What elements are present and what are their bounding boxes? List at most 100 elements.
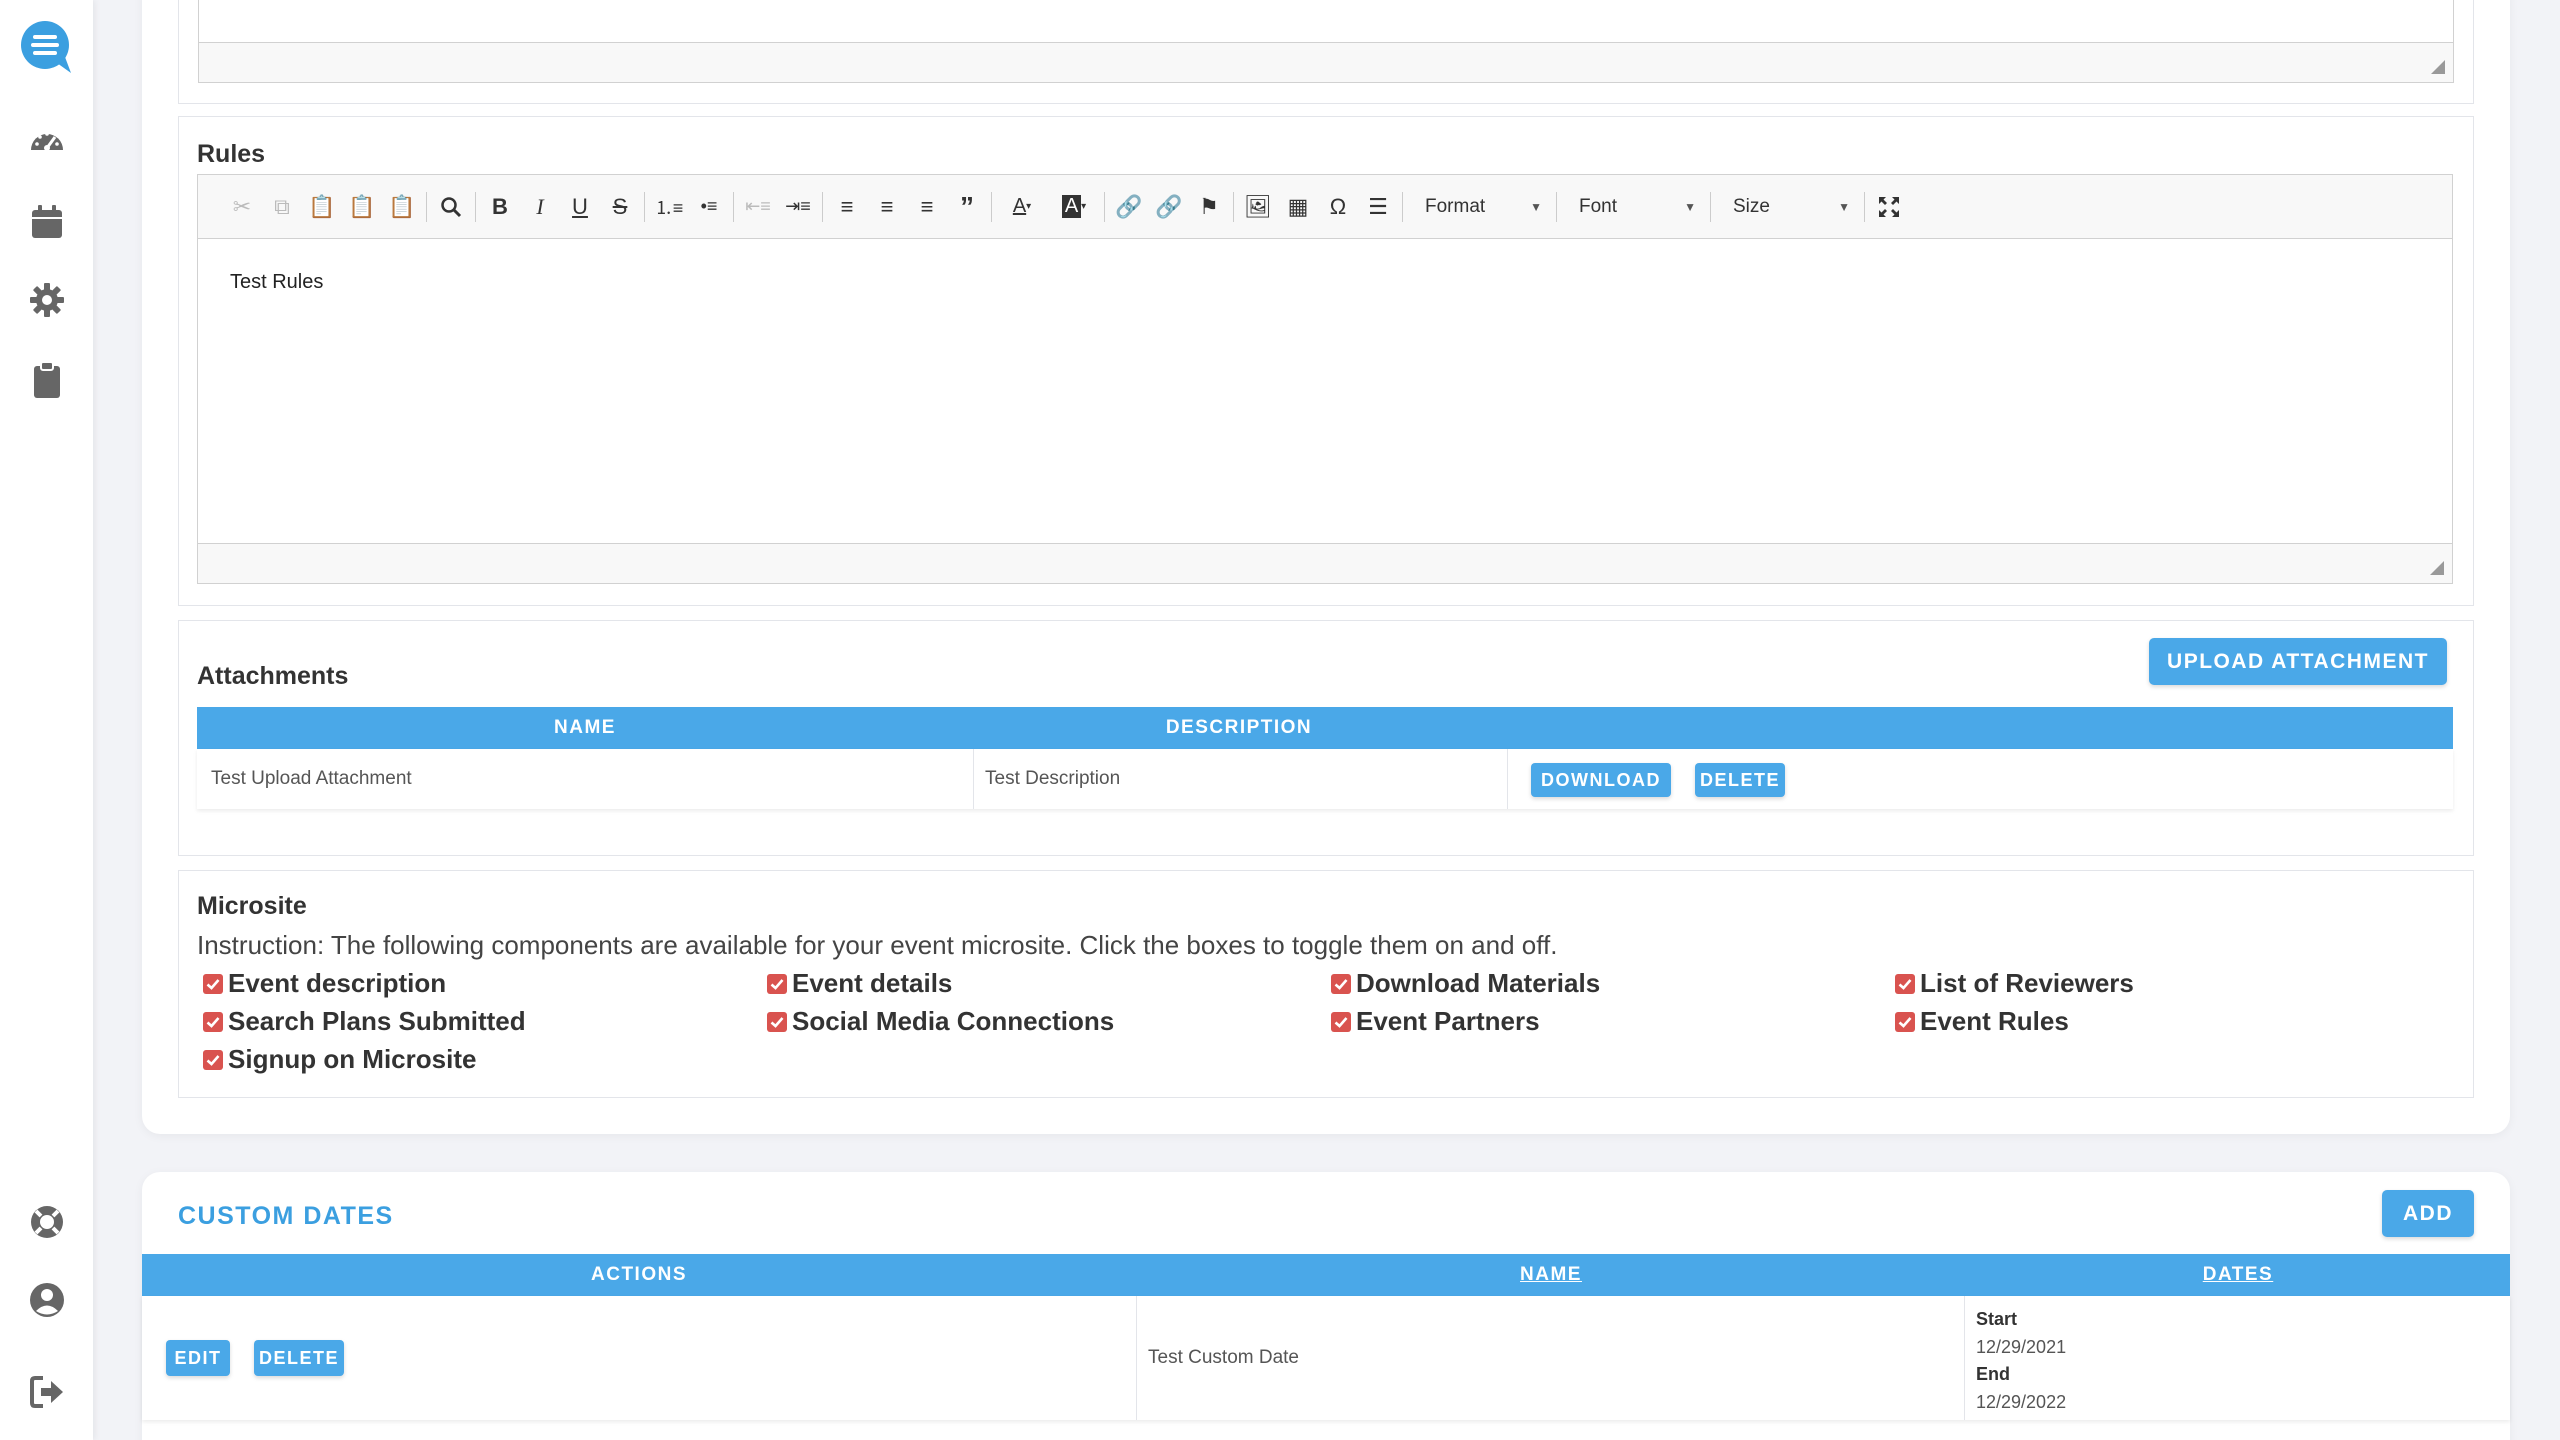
checkbox-checked-icon[interactable] [1895, 973, 1915, 994]
microsite-option-event-description[interactable]: Event description [203, 968, 446, 999]
delete-attachment-button[interactable]: DELETE [1695, 763, 1785, 797]
sidebar-item-calendar[interactable] [25, 200, 69, 244]
chevron-down-icon: ▼ [1684, 199, 1696, 214]
microsite-option-social-media-connections[interactable]: Social Media Connections [767, 1006, 1114, 1037]
format-dropdown-label: Format [1425, 195, 1486, 217]
column-header-actions: ACTIONS [591, 1264, 687, 1285]
microsite-option-list-of-reviewers[interactable]: List of Reviewers [1895, 968, 2134, 999]
logout-icon [30, 1376, 63, 1408]
table-row: Test Upload Attachment Test Description … [197, 749, 2453, 809]
text-color-icon[interactable]: A ▾ [996, 187, 1048, 227]
checkbox-checked-icon[interactable] [203, 1049, 223, 1070]
strikethrough-icon[interactable]: S [600, 187, 640, 227]
checkbox-checked-icon[interactable] [1895, 1011, 1915, 1032]
outdent-icon[interactable]: ⇤≡ [738, 187, 778, 227]
checkbox-checked-icon[interactable] [203, 1011, 223, 1032]
column-header-description: DESCRIPTION [1165, 717, 1313, 738]
font-dropdown-label: Font [1579, 195, 1618, 217]
paste-icon[interactable]: 📋 [302, 187, 342, 227]
microsite-option-event-rules[interactable]: Event Rules [1895, 1006, 2069, 1037]
microsite-option-event-partners[interactable]: Event Partners [1331, 1006, 1540, 1037]
format-dropdown[interactable]: Format ▼ [1407, 187, 1552, 227]
link-icon[interactable]: 🔗 [1109, 187, 1149, 227]
custom-dates-table-header: ACTIONS NAME DATES [142, 1254, 2510, 1296]
end-label: End [1976, 1364, 2010, 1384]
microsite-option-label: Search Plans Submitted [228, 1006, 526, 1036]
microsite-instruction: Instruction: The following components ar… [197, 930, 1558, 960]
microsite-option-label: Event description [228, 968, 447, 998]
checkbox-checked-icon[interactable] [203, 973, 223, 994]
start-date: 12/29/2021 [1976, 1336, 2067, 1357]
checkbox-checked-icon[interactable] [1331, 973, 1351, 994]
clipboard-icon [34, 361, 60, 398]
bulleted-list-icon[interactable]: •≡ [689, 187, 729, 227]
maximize-icon[interactable] [1869, 187, 1909, 227]
download-button[interactable]: DOWNLOAD [1531, 763, 1671, 797]
cut-icon[interactable]: ✂ [222, 187, 262, 227]
start-label: Start [1976, 1309, 2018, 1329]
sidebar-item-dashboard[interactable] [25, 120, 69, 164]
microsite-option-event-details[interactable]: Event details [767, 968, 952, 999]
font-dropdown[interactable]: Font ▼ [1561, 187, 1706, 227]
edit-custom-date-button[interactable]: EDIT [166, 1340, 230, 1376]
copy-icon[interactable]: ⧉ [262, 187, 302, 227]
dashboard-gauge-icon [31, 132, 63, 151]
calendar-icon [32, 205, 62, 238]
horizontal-line-icon[interactable]: ☰ [1358, 187, 1398, 227]
blockquote-icon[interactable]: ” [947, 187, 987, 227]
find-icon[interactable] [431, 187, 471, 227]
delete-custom-date-button[interactable]: DELETE [254, 1340, 344, 1376]
microsite-title: Microsite [197, 892, 307, 920]
underline-icon[interactable]: U [560, 187, 600, 227]
custom-date-name: Test Custom Date [1148, 1347, 1299, 1368]
sidebar-item-support[interactable] [25, 1200, 69, 1244]
upload-attachment-button[interactable]: UPLOAD ATTACHMENT [2149, 638, 2447, 685]
special-char-icon[interactable]: Ω [1318, 187, 1358, 227]
align-center-icon[interactable]: ≡ [867, 187, 907, 227]
column-header-name: NAME [554, 717, 616, 738]
numbered-list-icon[interactable]: ⒈≡ [649, 187, 689, 227]
rules-editor-toolbar: ✂ ⧉ 📋 📋 📋 B I U S ⒈≡ •≡ ⇤≡ ⇥≡ ≡ ≡ ≡ ” A ▾… [198, 175, 2452, 239]
rules-editor-content[interactable]: Test Rules [230, 271, 323, 294]
background-color-icon[interactable]: A ▾ [1048, 187, 1100, 227]
resize-grip-icon[interactable] [2430, 561, 2444, 575]
rules-editor-statusbar [198, 543, 2452, 583]
paste-word-icon[interactable]: 📋 [382, 187, 422, 227]
app-logo[interactable] [0, 0, 93, 93]
end-date: 12/29/2022 [1976, 1391, 2067, 1412]
column-header-name-sort[interactable]: NAME [1136, 1254, 1966, 1296]
italic-icon[interactable]: I [520, 187, 560, 227]
custom-dates-title: CUSTOM DATES [178, 1202, 394, 1230]
sidebar-item-logout[interactable] [25, 1370, 69, 1414]
custom-date-range: Start 12/29/2021 End 12/29/2022 [1976, 1306, 2066, 1416]
checkbox-checked-icon[interactable] [767, 1011, 787, 1032]
unlink-icon[interactable]: 🔗 [1149, 187, 1189, 227]
size-dropdown-label: Size [1733, 195, 1770, 217]
microsite-option-label: List of Reviewers [1920, 968, 2134, 998]
sidebar-item-clipboard[interactable] [25, 358, 69, 402]
sidebar-item-settings[interactable] [25, 278, 69, 322]
chevron-down-icon: ▼ [1838, 199, 1850, 214]
column-header-dates-sort[interactable]: DATES [1966, 1254, 2510, 1296]
attachments-title: Attachments [197, 662, 349, 690]
paste-text-icon[interactable]: 📋 [342, 187, 382, 227]
table-icon[interactable]: ▦ [1278, 187, 1318, 227]
align-right-icon[interactable]: ≡ [907, 187, 947, 227]
attachment-description: Test Description [985, 768, 1121, 789]
align-left-icon[interactable]: ≡ [827, 187, 867, 227]
microsite-option-signup-on-microsite[interactable]: Signup on Microsite [203, 1044, 476, 1075]
add-custom-date-button[interactable]: ADD [2382, 1190, 2474, 1237]
sidebar-item-profile[interactable] [25, 1278, 69, 1322]
microsite-option-label: Download Materials [1356, 968, 1601, 998]
anchor-flag-icon[interactable]: ⚑ [1189, 187, 1229, 227]
microsite-option-label: Social Media Connections [792, 1006, 1115, 1036]
checkbox-checked-icon[interactable] [1331, 1011, 1351, 1032]
checkbox-checked-icon[interactable] [767, 973, 787, 994]
indent-icon[interactable]: ⇥≡ [778, 187, 818, 227]
resize-grip-icon[interactable] [2431, 60, 2445, 74]
image-icon[interactable]: 🖼 [1238, 187, 1278, 227]
size-dropdown[interactable]: Size ▼ [1715, 187, 1860, 227]
bold-icon[interactable]: B [480, 187, 520, 227]
microsite-option-search-plans-submitted[interactable]: Search Plans Submitted [203, 1006, 526, 1037]
microsite-option-download-materials[interactable]: Download Materials [1331, 968, 1600, 999]
